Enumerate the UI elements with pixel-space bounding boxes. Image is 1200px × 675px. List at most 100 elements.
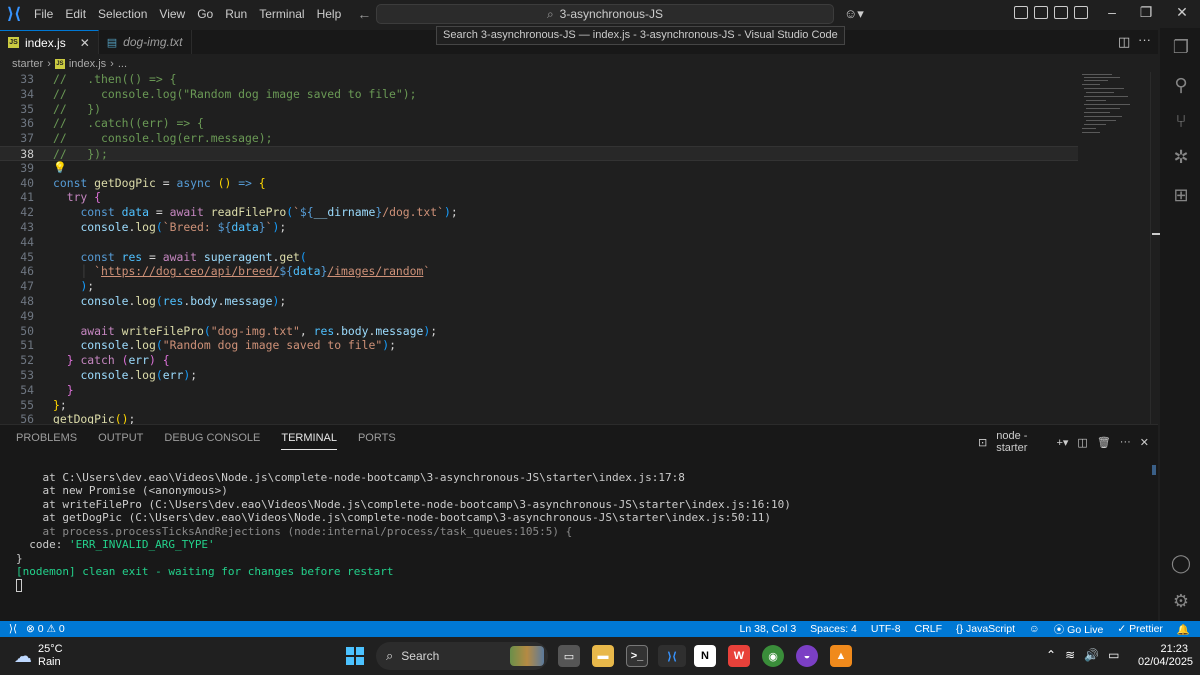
wifi-icon[interactable]: ≋: [1065, 648, 1075, 662]
vlc-app-icon[interactable]: ▲: [830, 645, 852, 667]
run-debug-icon[interactable]: ✲: [1170, 146, 1192, 168]
menu-help[interactable]: Help: [311, 0, 348, 28]
extensions-icon[interactable]: ⊞: [1170, 184, 1192, 206]
terminal-prompt[interactable]: [16, 579, 1146, 592]
source-control-icon[interactable]: ⑂: [1170, 110, 1192, 132]
search-icon: ⌕: [546, 6, 554, 21]
chrome-app-icon[interactable]: ◉: [762, 645, 784, 667]
command-center-search[interactable]: ⌕ 3-asynchronous-JS: [376, 4, 834, 24]
tab-dog-img-txt[interactable]: ▤ dog-img.txt: [99, 30, 192, 54]
volume-icon[interactable]: 🔊: [1084, 648, 1099, 662]
code-line: 35// }): [0, 102, 1078, 117]
code-line: 39: [0, 161, 1078, 176]
end-of-line[interactable]: CRLF: [915, 623, 942, 635]
windows-taskbar: ☁ 25°C Rain ⌕ Search ▭ ▬ >_ ⟩⟨ N W ◉ ◒ ▲…: [0, 637, 1200, 675]
back-arrow-icon[interactable]: ←: [357, 6, 371, 22]
prettier-button[interactable]: ✓ Prettier: [1117, 623, 1163, 635]
tab-terminal[interactable]: TERMINAL: [281, 432, 337, 450]
line-number: 47: [20, 279, 34, 294]
split-terminal-icon[interactable]: ◫: [1077, 436, 1087, 449]
line-number: 45: [20, 249, 34, 264]
line-number: 52: [20, 353, 34, 368]
close-tab-icon[interactable]: ✕: [80, 36, 90, 50]
split-editor-icon[interactable]: ◫: [1118, 34, 1130, 50]
line-number: 48: [20, 294, 34, 308]
tab-debug-console[interactable]: DEBUG CONSOLE: [164, 432, 260, 450]
more-actions-icon[interactable]: ···: [1138, 32, 1151, 47]
menu-edit[interactable]: Edit: [59, 0, 92, 28]
code-editor[interactable]: 33// .then(() => { 34// console.log("Ran…: [0, 72, 1158, 424]
toggle-primary-sidebar-icon[interactable]: [1034, 6, 1048, 19]
panel-scrollbar[interactable]: [1152, 465, 1156, 475]
tab-index-js[interactable]: JS index.js ✕: [0, 30, 99, 54]
line-number: 56: [20, 412, 34, 424]
encoding[interactable]: UTF-8: [871, 623, 901, 635]
problems-indicator[interactable]: ⊗ 0 ⚠ 0: [26, 623, 65, 635]
breadcrumb-folder[interactable]: starter: [12, 58, 43, 70]
line-number: 35: [20, 101, 34, 116]
wps-app-icon[interactable]: W: [728, 645, 750, 667]
breadcrumb-more[interactable]: ...: [118, 58, 127, 70]
tab-problems[interactable]: PROBLEMS: [16, 432, 77, 450]
menu-run[interactable]: Run: [219, 0, 253, 28]
menu-selection[interactable]: Selection: [92, 0, 153, 28]
windows-start-icon[interactable]: [346, 647, 364, 665]
tab-ports[interactable]: PORTS: [358, 432, 396, 450]
notion-app-icon[interactable]: N: [694, 645, 716, 667]
vscode-app-icon[interactable]: ⟩⟨: [658, 645, 686, 667]
system-tray: ⌃ ≋ 🔊 ▭: [1046, 648, 1128, 662]
toggle-secondary-sidebar-icon[interactable]: [1074, 6, 1088, 19]
terminal-line: at new Promise (<anonymous>): [16, 484, 228, 497]
code-line: 45 const res = await superagent.get(: [0, 250, 1078, 265]
terminal-app-icon[interactable]: >_: [626, 645, 648, 667]
close-window-icon[interactable]: ✕: [1172, 4, 1192, 21]
remote-indicator-icon[interactable]: ⟩⟨: [0, 621, 26, 637]
toggle-panel-icon[interactable]: [1054, 6, 1068, 19]
vscode-logo-icon: ⟩⟨: [6, 6, 22, 23]
copilot-status-icon[interactable]: ☺: [1029, 623, 1040, 635]
chevron-up-icon[interactable]: ⌃: [1046, 648, 1056, 662]
customize-layout-icon[interactable]: [1014, 6, 1028, 19]
terminal-name[interactable]: node - starter: [996, 430, 1047, 454]
explorer-icon[interactable]: ❐: [1170, 36, 1192, 58]
code-line: 36// .catch((err) => {: [0, 116, 1078, 131]
kill-terminal-icon[interactable]: 🗑: [1097, 436, 1111, 449]
github-desktop-icon[interactable]: ◒: [796, 645, 818, 667]
line-number: 33: [20, 72, 34, 86]
taskbar-search[interactable]: ⌕ Search: [376, 642, 548, 670]
tab-label: dog-img.txt: [123, 35, 183, 49]
indentation[interactable]: Spaces: 4: [810, 623, 857, 635]
warning-count: 0: [58, 623, 65, 635]
new-terminal-icon[interactable]: +▾: [1056, 436, 1068, 449]
weather-widget[interactable]: ☁ 25°C Rain: [14, 643, 63, 669]
battery-icon[interactable]: ▭: [1108, 648, 1119, 662]
search-icon[interactable]: ⚲: [1170, 74, 1192, 96]
notifications-icon[interactable]: 🔔: [1177, 623, 1190, 636]
status-bar: ⟩⟨ ⊗ 0 ⚠ 0 Ln 38, Col 3 Spaces: 4 UTF-8 …: [0, 621, 1200, 637]
minimap[interactable]: [1080, 72, 1148, 142]
clock[interactable]: 21:23 02/04/2025: [1138, 643, 1193, 669]
line-number: 43: [20, 220, 34, 234]
breadcrumb-file[interactable]: index.js: [69, 58, 106, 70]
accounts-icon[interactable]: ◯: [1170, 552, 1192, 574]
file-explorer-icon[interactable]: ▬: [592, 645, 614, 667]
terminal-output[interactable]: at C:\Users\dev.eao\Videos\Node.js\compl…: [16, 457, 1146, 619]
more-actions-icon[interactable]: ···: [1120, 436, 1131, 448]
code-line: 42 const data = await readFilePro(`${__d…: [0, 205, 1078, 220]
copilot-icon[interactable]: ☺▾: [844, 6, 864, 22]
editor-scrollbar[interactable]: [1150, 72, 1158, 424]
cursor-position[interactable]: Ln 38, Col 3: [740, 623, 797, 635]
menu-go[interactable]: Go: [191, 0, 219, 28]
menu-view[interactable]: View: [153, 0, 191, 28]
language-mode[interactable]: {} JavaScript: [956, 623, 1015, 635]
lightbulb-icon[interactable]: 💡: [53, 161, 67, 174]
go-live-button[interactable]: ⦿ Go Live: [1054, 622, 1104, 637]
close-panel-icon[interactable]: ✕: [1140, 436, 1149, 449]
gear-icon[interactable]: ⚙: [1170, 590, 1192, 612]
restore-icon[interactable]: ❐: [1136, 4, 1156, 21]
tab-output[interactable]: OUTPUT: [98, 432, 143, 450]
minimize-icon[interactable]: –: [1102, 4, 1122, 20]
task-view-icon[interactable]: ▭: [558, 645, 580, 667]
menu-file[interactable]: File: [28, 0, 59, 28]
menu-terminal[interactable]: Terminal: [253, 0, 310, 28]
